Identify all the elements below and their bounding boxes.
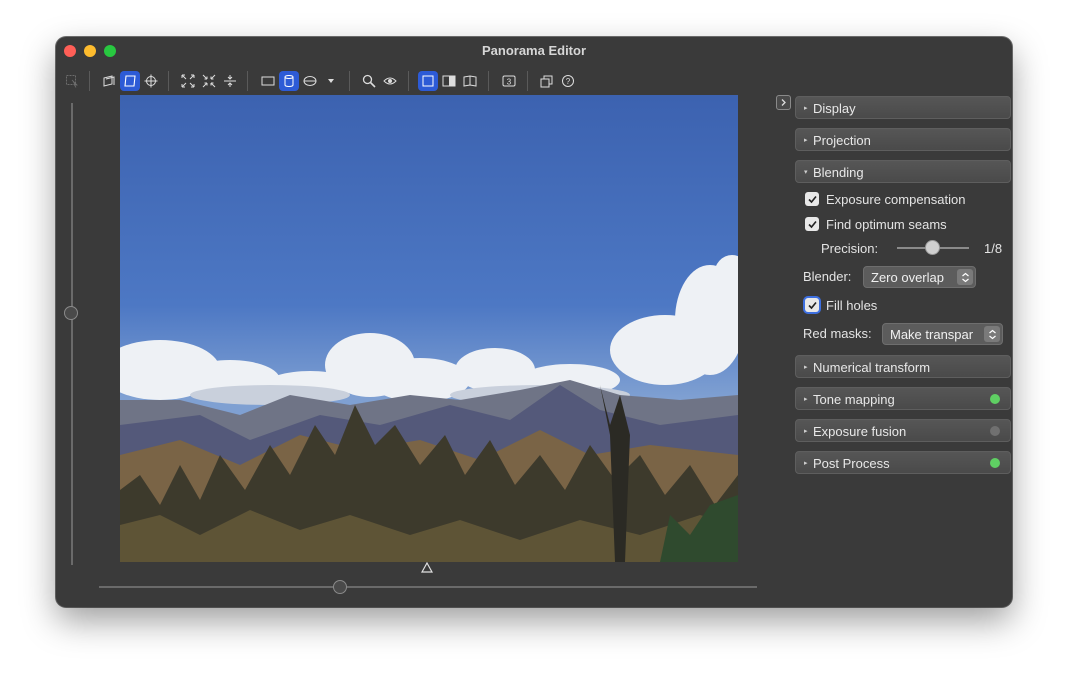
select-icon[interactable]: [62, 71, 82, 91]
section-blending[interactable]: ▾ Blending: [795, 160, 1011, 183]
red-masks-select[interactable]: Make transpar: [882, 323, 1003, 345]
title-bar: Panorama Editor: [56, 37, 1012, 63]
crosshair-icon[interactable]: [141, 71, 161, 91]
svg-text:3: 3: [507, 78, 512, 87]
badge-icon[interactable]: 3: [499, 71, 519, 91]
disclosure-collapsed-icon: ▸: [804, 396, 808, 403]
svg-text:?: ?: [566, 77, 571, 86]
section-projection[interactable]: ▸ Projection: [795, 128, 1011, 151]
disclosure-collapsed-icon: ▸: [804, 364, 808, 371]
section-post-process[interactable]: ▸ Post Process: [795, 451, 1011, 474]
panorama-image: [120, 95, 738, 562]
red-masks-label: Red masks:: [803, 326, 872, 341]
precision-label: Precision:: [821, 241, 879, 256]
section-exposure-fusion[interactable]: ▸ Exposure fusion: [795, 419, 1011, 442]
panorama-preview[interactable]: [120, 95, 738, 562]
toolbar: 3 ?: [56, 67, 1012, 95]
drag-mode-icon[interactable]: [120, 71, 140, 91]
up-down-chevron-icon: [957, 269, 973, 285]
rectilinear-icon[interactable]: [258, 71, 278, 91]
cylindrical-icon[interactable]: [279, 71, 299, 91]
panel-toggle-button[interactable]: [776, 95, 791, 110]
blender-select[interactable]: Zero overlap: [863, 266, 976, 288]
horizontal-fov-slider-knob[interactable]: [333, 580, 347, 594]
find-optimum-seams-checkbox[interactable]: [805, 217, 819, 231]
precision-slider-knob[interactable]: [925, 240, 940, 255]
fit-icon[interactable]: [178, 71, 198, 91]
exposure-compensation-checkbox[interactable]: [805, 192, 819, 206]
fill-holes-label: Fill holes: [826, 298, 878, 313]
checkmark-icon: [807, 220, 817, 228]
projection-dropdown-icon[interactable]: [321, 71, 341, 91]
vertical-fov-slider-knob[interactable]: [64, 306, 78, 320]
help-icon[interactable]: ?: [558, 71, 578, 91]
tone-mapping-status-dot: [990, 394, 1000, 404]
exposure-compensation-label: Exposure compensation: [826, 192, 966, 207]
precision-value: 1/8: [984, 241, 1003, 256]
section-tone-mapping[interactable]: ▸ Tone mapping: [795, 387, 1011, 410]
section-display[interactable]: ▸ Display: [795, 96, 1011, 119]
disclosure-collapsed-icon: ▸: [804, 428, 808, 435]
horizontal-fov-slider-track[interactable]: [99, 586, 757, 588]
panorama-editor-window: Panorama Editor 3 ? ▸ Display ▸ Projecti…: [56, 37, 1012, 607]
checkmark-icon: [807, 195, 817, 203]
disclosure-collapsed-icon: ▸: [804, 105, 808, 112]
disclosure-collapsed-icon: ▸: [804, 137, 808, 144]
split-view-icon[interactable]: [439, 71, 459, 91]
disclosure-expanded-icon: ▾: [804, 169, 808, 176]
equirectangular-icon[interactable]: [300, 71, 320, 91]
vertical-fov-slider-track[interactable]: [71, 103, 73, 565]
window-title: Panorama Editor: [481, 43, 587, 58]
single-view-icon[interactable]: [418, 71, 438, 91]
checkmark-icon: [807, 301, 817, 309]
exposure-fusion-status-dot: [990, 426, 1000, 436]
post-process-status-dot: [990, 458, 1000, 468]
preview-mode-icon[interactable]: [99, 71, 119, 91]
fill-holes-checkbox[interactable]: [805, 298, 819, 312]
chevron-right-icon: [781, 99, 786, 106]
up-down-chevron-icon: [984, 326, 1000, 342]
disclosure-collapsed-icon: ▸: [804, 460, 808, 467]
section-numerical-transform[interactable]: ▸ Numerical transform: [795, 355, 1011, 378]
preview-eye-icon[interactable]: [380, 71, 400, 91]
overview-icon[interactable]: [537, 71, 557, 91]
center-marker-icon[interactable]: [420, 561, 434, 573]
zoom-icon[interactable]: [359, 71, 379, 91]
book-view-icon[interactable]: [460, 71, 480, 91]
straighten-icon[interactable]: [220, 71, 240, 91]
center-icon[interactable]: [199, 71, 219, 91]
find-optimum-seams-label: Find optimum seams: [826, 217, 947, 232]
blender-label: Blender:: [803, 269, 852, 284]
